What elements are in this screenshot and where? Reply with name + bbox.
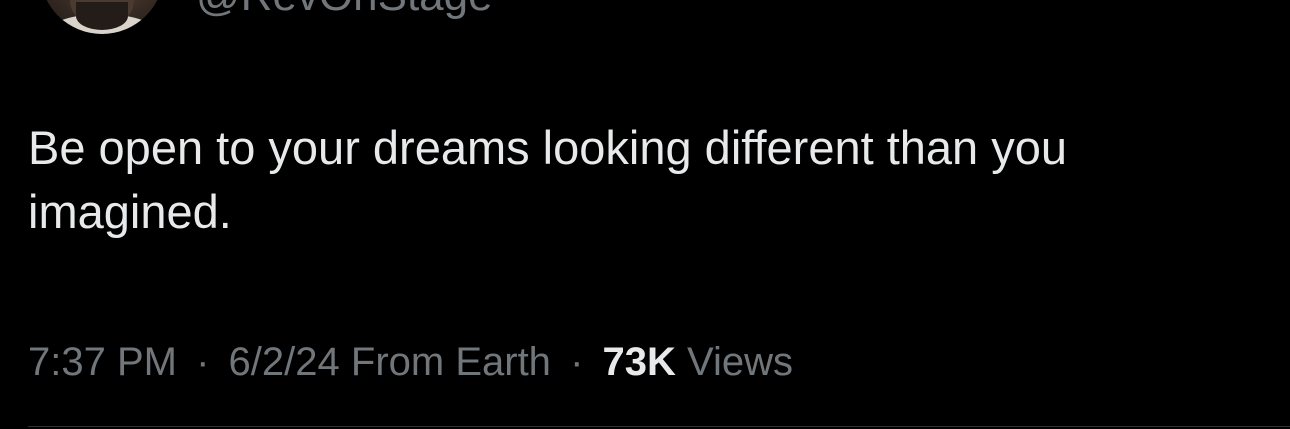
tweet-date[interactable]: 6/2/24 bbox=[229, 340, 340, 384]
meta-separator: · bbox=[196, 340, 210, 384]
tweet-meta: 7:37 PM · 6/2/24 From Earth · 73K Views bbox=[28, 336, 793, 388]
views-count[interactable]: 73K bbox=[603, 340, 676, 384]
tweet-detail: @RevOnStage Be open to your dreams looki… bbox=[0, 0, 1290, 429]
meta-separator-2: · bbox=[570, 340, 584, 384]
divider bbox=[28, 426, 1290, 427]
tweet-time[interactable]: 7:37 PM bbox=[28, 340, 177, 384]
views-label[interactable]: Views bbox=[687, 340, 793, 384]
author-handle[interactable]: @RevOnStage bbox=[196, 0, 493, 18]
avatar[interactable] bbox=[40, 0, 164, 34]
avatar-beard bbox=[76, 2, 128, 30]
tweet-text: Be open to your dreams looking different… bbox=[28, 121, 1068, 238]
tweet-source: From Earth bbox=[350, 340, 551, 384]
